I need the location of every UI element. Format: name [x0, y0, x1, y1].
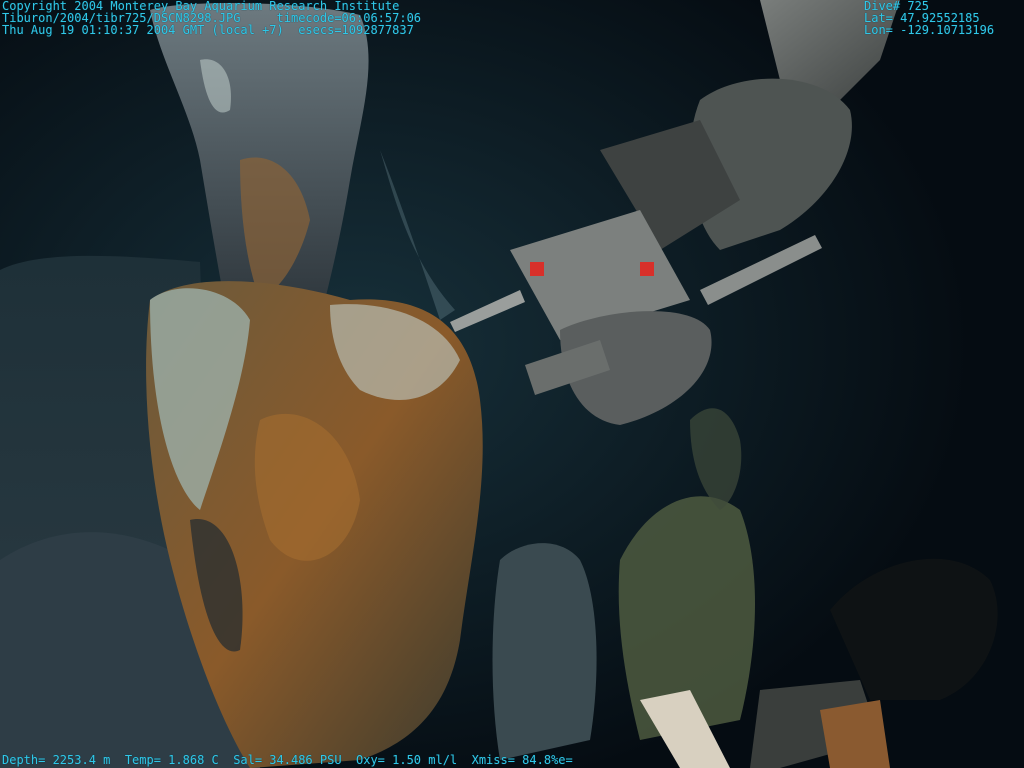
sensor-readout-line: Depth= 2253.4 m Temp= 1.868 C Sal= 34.48… [2, 753, 573, 767]
date-line: Thu Aug 19 01:10:37 2004 GMT (local +7) … [2, 23, 414, 37]
foreground-wood-block [820, 700, 890, 768]
longitude-readout: Lon= -129.10713196 [864, 23, 995, 37]
small-chimney-1 [492, 543, 597, 760]
hydrothermal-vent-scene [0, 0, 1024, 768]
underwater-camera-frame: Copyright 2004 Monterey Bay Aquarium Res… [0, 0, 1024, 768]
red-marker-left [530, 262, 544, 276]
red-marker-right [640, 262, 654, 276]
